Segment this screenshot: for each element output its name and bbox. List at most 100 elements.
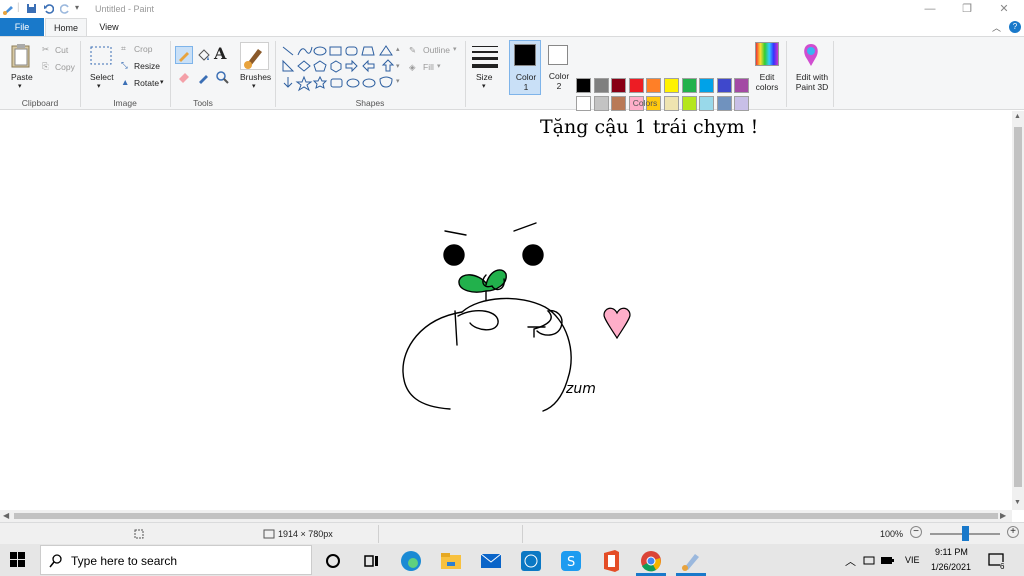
scroll-left-icon[interactable]: ◀ [3, 511, 9, 520]
fill-button[interactable]: Fill [423, 62, 434, 72]
palette-swatch[interactable] [664, 78, 679, 93]
brushes-dropdown-icon[interactable]: ▾ [252, 82, 256, 90]
shapes-gallery[interactable] [280, 43, 400, 93]
color2-selector[interactable]: Color 2 [544, 40, 574, 95]
cortana-icon[interactable] [320, 548, 350, 574]
minimize-icon[interactable]: — [920, 2, 940, 16]
palette-swatch[interactable] [734, 96, 750, 111]
rotate-button[interactable]: Rotate [134, 78, 159, 88]
scroll-right-icon[interactable]: ▶ [1000, 511, 1006, 520]
palette-swatch[interactable] [576, 96, 591, 111]
palette-swatch[interactable] [681, 78, 697, 93]
vertical-scrollbar[interactable]: ▲ ▼ [1012, 111, 1024, 510]
palette-swatch[interactable] [716, 96, 732, 111]
paint-taskbar-icon[interactable] [678, 548, 708, 574]
help-icon[interactable]: ? [1009, 21, 1021, 33]
brushes-button[interactable]: Brushes [240, 72, 271, 82]
tab-home[interactable]: Home [45, 18, 87, 36]
palette-swatch[interactable] [716, 78, 732, 93]
palette-swatch[interactable] [664, 96, 679, 111]
horizontal-scrollbar[interactable]: ◀ ▶ [0, 510, 1012, 522]
paint3d-icon[interactable] [800, 42, 822, 68]
dell-icon[interactable] [518, 548, 548, 574]
scroll-down-icon[interactable]: ▼ [1014, 499, 1021, 506]
customize-quick-access-icon[interactable]: ▾ [75, 3, 79, 12]
palette-swatch[interactable] [611, 96, 627, 111]
office-icon[interactable] [598, 548, 628, 574]
color1-selector[interactable]: Color 1 [509, 40, 541, 95]
battery-icon[interactable] [880, 553, 894, 567]
palette-swatch[interactable] [699, 78, 715, 93]
outline-dropdown-icon[interactable]: ▾ [453, 45, 457, 53]
zoom-slider-thumb[interactable] [962, 526, 969, 541]
show-hidden-icons-icon[interactable]: ︿ [845, 553, 856, 569]
maximize-icon[interactable]: ❐ [957, 2, 977, 16]
palette-swatch[interactable] [611, 78, 627, 93]
color-picker-icon[interactable] [197, 70, 211, 84]
canvas-dimensions: 1914 × 780px [278, 529, 333, 539]
palette-swatch[interactable] [646, 78, 662, 93]
collapse-ribbon-icon[interactable]: ︿ [992, 21, 1001, 34]
skype-icon[interactable]: S [558, 548, 588, 574]
brushes-icon-frame[interactable] [240, 42, 269, 70]
tab-file[interactable]: File [0, 18, 44, 36]
fill-dropdown-icon[interactable]: ▾ [437, 62, 441, 70]
windows-start-icon[interactable] [10, 552, 26, 568]
size-dropdown-icon[interactable]: ▾ [482, 82, 486, 90]
paste-dropdown-icon[interactable]: ▾ [18, 82, 22, 90]
clock-time[interactable]: 9:11 PM [935, 547, 968, 557]
paste-icon[interactable] [10, 43, 32, 69]
copy-button[interactable]: Copy [55, 62, 75, 72]
palette-swatch[interactable] [699, 96, 715, 111]
chrome-icon[interactable] [638, 548, 668, 574]
crop-button[interactable]: Crop [134, 44, 152, 54]
magnifier-icon[interactable] [215, 70, 229, 84]
resize-button[interactable]: Resize [134, 61, 160, 71]
edit-with-paint3d-button[interactable]: Edit with Paint 3D [792, 72, 832, 92]
palette-swatch[interactable] [628, 78, 644, 93]
taskbar-search-box[interactable]: Type here to search [40, 545, 312, 575]
size-icon[interactable] [471, 43, 499, 69]
shapes-scroll-down-icon[interactable]: ▾ [396, 62, 400, 70]
task-view-icon[interactable] [358, 548, 388, 574]
palette-swatch[interactable] [593, 96, 609, 111]
edit-colors-icon[interactable] [755, 42, 779, 66]
file-explorer-icon[interactable] [438, 548, 468, 574]
save-icon[interactable] [26, 3, 37, 14]
paste-button[interactable]: Paste [11, 72, 33, 82]
zoom-in-icon[interactable]: + [1007, 526, 1019, 538]
palette-swatch[interactable] [734, 78, 750, 93]
language-indicator[interactable]: VIE [905, 555, 920, 565]
pencil-tool-selected[interactable] [175, 46, 193, 64]
rotate-dropdown-icon[interactable]: ▾ [160, 78, 164, 86]
undo-icon[interactable] [43, 3, 54, 14]
text-tool-icon[interactable]: A [214, 44, 226, 63]
fill-bucket-icon[interactable] [196, 48, 210, 62]
clock-date[interactable]: 1/26/2021 [931, 562, 971, 572]
edit-colors-button[interactable]: Edit colors [752, 72, 782, 92]
drawing-canvas[interactable]: Tặng cậu 1 trái chym ! zum [0, 111, 1012, 510]
palette-swatch[interactable] [593, 78, 609, 93]
eraser-icon[interactable] [177, 71, 191, 83]
cut-button[interactable]: Cut [55, 45, 68, 55]
select-button[interactable]: Select [90, 72, 114, 82]
mail-icon[interactable] [478, 548, 508, 574]
shapes-more-icon[interactable]: ▾ [396, 77, 400, 85]
shapes-scroll-up-icon[interactable]: ▴ [396, 45, 400, 53]
palette-swatch[interactable] [576, 78, 591, 93]
horizontal-scroll-thumb[interactable] [14, 513, 998, 519]
tab-view[interactable]: View [88, 18, 130, 36]
palette-swatch[interactable] [681, 96, 697, 111]
redo-icon[interactable] [60, 3, 71, 14]
network-icon[interactable] [862, 553, 876, 567]
outline-button[interactable]: Outline [423, 45, 450, 55]
size-button[interactable]: Size [476, 72, 493, 82]
close-icon[interactable]: ✕ [994, 2, 1014, 16]
scroll-up-icon[interactable]: ▲ [1014, 113, 1021, 120]
edge-icon[interactable] [398, 548, 428, 574]
select-icon[interactable] [89, 45, 113, 67]
canvas-caption-text: Tặng cậu 1 trái chym ! [540, 116, 759, 138]
zoom-out-icon[interactable]: − [910, 526, 922, 538]
vertical-scroll-thumb[interactable] [1014, 127, 1022, 487]
select-dropdown-icon[interactable]: ▾ [97, 82, 101, 90]
